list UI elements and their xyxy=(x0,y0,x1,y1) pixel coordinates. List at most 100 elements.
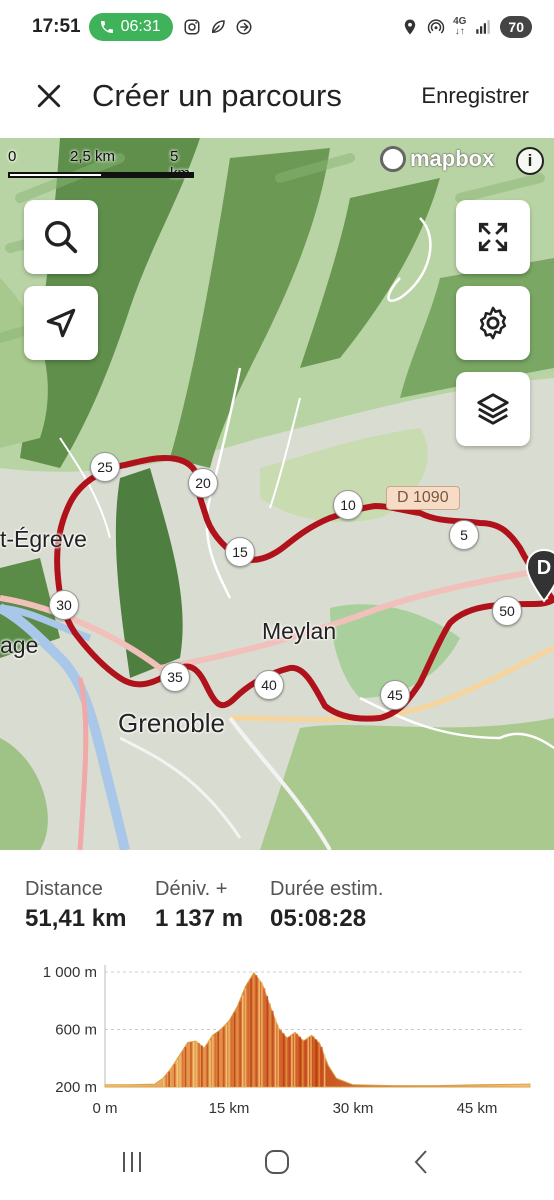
call-timer: 06:31 xyxy=(120,18,161,35)
km-marker-30[interactable]: 30 xyxy=(49,590,79,620)
x-tick-label: 30 km xyxy=(333,1100,374,1117)
route-map[interactable]: 0 2,5 km 5 km mapbox i t-Égreve Meylan G… xyxy=(0,138,554,850)
elevation-stripe xyxy=(312,1036,315,1087)
km-marker-40[interactable]: 40 xyxy=(254,670,284,700)
recent-apps-button[interactable] xyxy=(117,1147,147,1182)
stat-elevation-value: 1 137 m xyxy=(155,905,244,932)
elevation-stripe xyxy=(192,1041,195,1087)
elevation-stripe xyxy=(182,1051,184,1087)
status-time: 17:51 xyxy=(32,16,81,37)
elevation-stripe xyxy=(315,1039,318,1087)
elevation-stripe xyxy=(261,982,263,1087)
system-nav-bar xyxy=(0,1128,554,1200)
elevation-stripe xyxy=(162,1078,165,1087)
back-button[interactable] xyxy=(407,1147,437,1182)
elevation-stripe xyxy=(258,978,260,1087)
place-label-edge: age xyxy=(0,632,39,658)
elevation-stripe xyxy=(176,1059,179,1087)
elevation-stripe xyxy=(228,1021,230,1087)
y-tick-label: 600 m xyxy=(55,1022,97,1039)
ongoing-call-pill[interactable]: 06:31 xyxy=(88,13,173,41)
km-marker-5[interactable]: 5 xyxy=(449,520,479,550)
map-locate-button[interactable] xyxy=(24,286,98,360)
elevation-stripe xyxy=(179,1055,181,1087)
status-bar: 17:51 06:31 4G ↓↑ 70 xyxy=(0,0,554,54)
elevation-stripe xyxy=(171,1068,173,1087)
km-marker-20[interactable]: 20 xyxy=(188,468,218,498)
elevation-stripe xyxy=(282,1033,285,1087)
route-endpoint-pin[interactable]: D xyxy=(524,548,554,604)
elevation-stripe xyxy=(288,1037,290,1087)
gear-icon xyxy=(479,306,507,340)
map-search-button[interactable] xyxy=(24,200,98,274)
place-label-meylan: Meylan xyxy=(262,618,337,644)
stat-elevation: Déniv. + 1 137 m xyxy=(155,878,243,933)
km-marker-10[interactable]: 10 xyxy=(333,490,363,520)
scale-line xyxy=(8,172,194,178)
km-marker-15[interactable]: 15 xyxy=(225,537,255,567)
map-info-button[interactable]: i xyxy=(516,147,544,175)
map-layers-button[interactable] xyxy=(456,372,530,446)
elevation-stripe xyxy=(321,1046,323,1087)
phone-icon xyxy=(100,21,113,33)
home-button[interactable] xyxy=(262,1147,292,1182)
expand-icon xyxy=(478,222,508,252)
stat-distance: Distance 51,41 km xyxy=(25,878,126,933)
map-scale-bar: 0 2,5 km 5 km xyxy=(8,148,194,182)
elevation-stripe xyxy=(165,1075,168,1087)
elevation-stripe xyxy=(206,1044,209,1087)
app-header: Créer un parcours Enregistrer xyxy=(0,54,554,138)
location-icon xyxy=(404,19,416,35)
place-label-saint-egreve: t-Égreve xyxy=(0,526,87,552)
elevation-stripe xyxy=(231,1017,233,1087)
elevation-stripe xyxy=(201,1045,203,1087)
scale-label-mid: 2,5 km xyxy=(70,148,116,165)
endpoint-letter: D xyxy=(537,557,551,579)
leaf-icon xyxy=(211,20,225,34)
elevation-stripe xyxy=(318,1042,320,1087)
x-tick-label: 45 km xyxy=(457,1100,498,1117)
save-button[interactable]: Enregistrer xyxy=(421,83,529,109)
elevation-stripe xyxy=(217,1031,219,1087)
elevation-stripe xyxy=(293,1033,296,1087)
elevation-stripe xyxy=(225,1024,228,1087)
elevation-stripe xyxy=(302,1039,304,1087)
mapbox-text: mapbox xyxy=(410,146,495,171)
elevation-stripe xyxy=(269,1003,271,1087)
page-title: Créer un parcours xyxy=(92,78,342,113)
navigation-arrow-icon xyxy=(46,308,76,338)
elevation-stripe xyxy=(203,1047,206,1087)
stat-elevation-label: Déniv. + xyxy=(155,878,228,900)
search-icon xyxy=(45,221,78,254)
mapbox-logo[interactable]: mapbox xyxy=(380,146,494,172)
network-type: 4G ↓↑ xyxy=(453,16,467,37)
stat-duration-label: Durée estim. xyxy=(270,878,384,900)
close-button[interactable] xyxy=(24,71,74,121)
km-marker-50[interactable]: 50 xyxy=(492,596,522,626)
elevation-stripe xyxy=(277,1025,279,1087)
x-tick-label: 15 km xyxy=(209,1100,250,1117)
elevation-stripe xyxy=(220,1029,222,1087)
signal-icon xyxy=(476,20,491,34)
stat-duration: Durée estim. 05:08:28 xyxy=(270,878,383,933)
km-marker-35[interactable]: 35 xyxy=(160,662,190,692)
map-settings-button[interactable] xyxy=(456,286,530,360)
elevation-stripe xyxy=(173,1064,176,1087)
elevation-stripe xyxy=(255,975,258,1087)
hotspot-icon xyxy=(427,19,445,34)
map-fullscreen-button[interactable] xyxy=(456,200,530,274)
elevation-stripe xyxy=(198,1043,200,1087)
km-marker-45[interactable]: 45 xyxy=(380,680,410,710)
elevation-stripe xyxy=(252,974,255,1087)
km-marker-25[interactable]: 25 xyxy=(90,452,120,482)
mapbox-icon xyxy=(380,146,406,172)
elevation-stripe xyxy=(209,1040,211,1087)
sync-icon xyxy=(236,19,252,35)
elevation-stripe xyxy=(307,1038,310,1087)
info-icon: i xyxy=(527,151,533,170)
elevation-chart[interactable]: 1 000 m 600 m 200 m 0 m 15 km 30 km 45 km xyxy=(0,955,554,1125)
elevation-stripe xyxy=(323,1054,326,1087)
elevation-stripe xyxy=(190,1042,192,1087)
stat-distance-value: 51,41 km xyxy=(25,905,127,932)
elevation-stripe xyxy=(263,988,266,1087)
